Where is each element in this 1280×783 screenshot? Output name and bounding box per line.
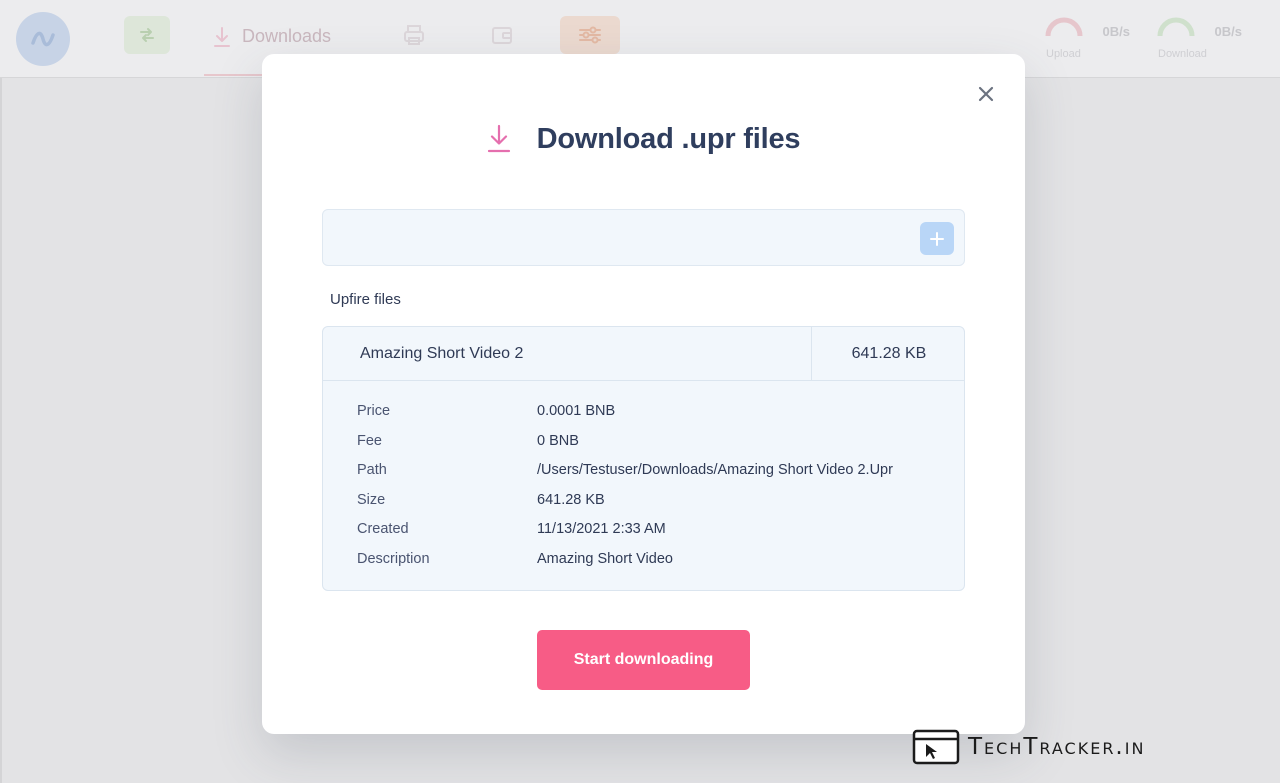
upr-file-input[interactable] bbox=[333, 218, 913, 258]
detail-label: Description bbox=[357, 550, 430, 567]
start-downloading-button[interactable]: Start downloading bbox=[537, 630, 750, 690]
download-upr-modal: Download .upr files Upfire files Amazing… bbox=[262, 54, 1025, 734]
plus-icon bbox=[930, 231, 944, 246]
detail-row-description: Description Amazing Short Video bbox=[357, 551, 957, 581]
detail-value: 641.28 KB bbox=[537, 491, 605, 508]
close-button[interactable] bbox=[974, 82, 998, 106]
detail-row-path: Path /Users/Testuser/Downloads/Amazing S… bbox=[357, 462, 957, 492]
printer-icon bbox=[404, 25, 424, 45]
download-speed: 0B/s Download bbox=[1156, 14, 1266, 64]
file-details: Price 0.0001 BNB Fee 0 BNB Path /Users/T… bbox=[357, 403, 957, 581]
add-file-button[interactable] bbox=[920, 222, 954, 255]
detail-value: 0 BNB bbox=[537, 432, 579, 449]
detail-label: Created bbox=[357, 521, 409, 538]
section-label-upfire-files: Upfire files bbox=[330, 291, 401, 308]
detail-row-fee: Fee 0 BNB bbox=[357, 433, 957, 463]
detail-label: Price bbox=[357, 403, 391, 419]
nav-print[interactable] bbox=[392, 16, 436, 54]
detail-value: 0.0001 BNB bbox=[537, 403, 616, 419]
transfer-icon bbox=[140, 28, 154, 42]
download-icon bbox=[214, 27, 230, 47]
download-icon bbox=[487, 124, 510, 153]
upload-gauge-icon bbox=[1045, 17, 1083, 37]
file-input-box bbox=[322, 209, 965, 266]
download-speed-value: 0B/s bbox=[1214, 24, 1242, 39]
modal-header: Download .upr files bbox=[262, 116, 1025, 162]
file-card: Amazing Short Video 2 641.28 KB Price 0.… bbox=[322, 326, 965, 591]
app-logo bbox=[16, 12, 70, 66]
detail-value: /Users/Testuser/Downloads/Amazing Short … bbox=[537, 462, 893, 479]
modal-title: Download .upr files bbox=[536, 122, 801, 155]
file-size: 641.28 KB bbox=[851, 345, 927, 362]
nav-wallet[interactable] bbox=[480, 16, 524, 54]
wallet-icon bbox=[492, 27, 512, 44]
download-speed-label: Download bbox=[1158, 48, 1207, 60]
upload-speed: 0B/s Upload bbox=[1044, 14, 1154, 64]
upload-speed-label: Upload bbox=[1046, 48, 1081, 60]
detail-value: Amazing Short Video bbox=[537, 550, 673, 567]
detail-value: 11/13/2021 2:33 AM bbox=[537, 521, 666, 538]
nav-transfer[interactable] bbox=[124, 16, 170, 54]
nav-downloads-label: Downloads bbox=[242, 26, 332, 46]
upload-speed-value: 0B/s bbox=[1102, 24, 1130, 39]
detail-row-price: Price 0.0001 BNB bbox=[357, 403, 957, 433]
detail-label: Path bbox=[357, 462, 387, 479]
watermark-text: TechTracker.in bbox=[968, 734, 1146, 760]
detail-label: Fee bbox=[357, 432, 382, 449]
close-icon bbox=[978, 86, 994, 102]
nav-settings[interactable] bbox=[560, 16, 620, 54]
app-edge bbox=[0, 78, 2, 783]
download-gauge-icon bbox=[1157, 17, 1195, 37]
watermark: TechTracker.in bbox=[912, 727, 1145, 767]
file-name: Amazing Short Video 2 bbox=[360, 345, 524, 362]
sliders-icon bbox=[579, 26, 601, 44]
detail-label: Size bbox=[357, 491, 386, 508]
file-card-header[interactable]: Amazing Short Video 2 641.28 KB bbox=[323, 327, 964, 381]
detail-row-size: Size 641.28 KB bbox=[357, 492, 957, 522]
logo-icon bbox=[31, 31, 55, 47]
browser-cursor-icon bbox=[912, 729, 960, 765]
detail-row-created: Created 11/13/2021 2:33 AM bbox=[357, 521, 957, 551]
